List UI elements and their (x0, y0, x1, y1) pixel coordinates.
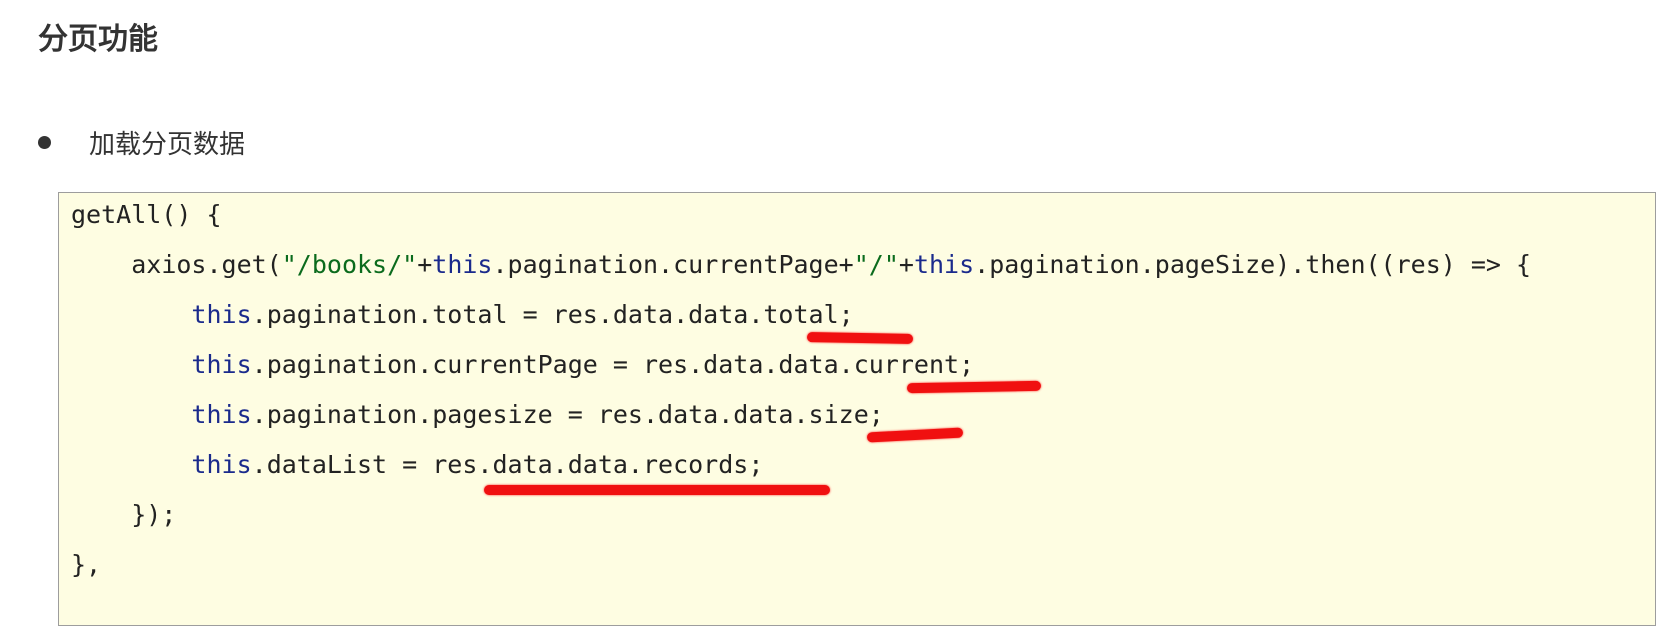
code-token: .pagination.currentPage = res.data.data.… (251, 350, 975, 379)
code-line-1: getAll() { (71, 200, 222, 229)
code-token: .dataList = res.data.data.records; (251, 450, 764, 479)
code-token: .pagination.currentPage+ (492, 250, 854, 279)
code-line-2: axios.get("/books/"+this.pagination.curr… (71, 245, 1531, 285)
code-keyword-token: this (191, 300, 252, 329)
code-keyword-token: this (913, 250, 975, 279)
code-string-token: "/" (853, 250, 899, 279)
code-token: + (898, 250, 914, 279)
bullet-list-item: 加载分页数据 (38, 118, 245, 166)
code-token: + (417, 250, 433, 279)
code-keyword-token: this (191, 400, 252, 429)
code-line-8: }, (71, 550, 102, 579)
section-heading: 分页功能 (38, 22, 158, 57)
highlight-underline-current (906, 380, 1042, 394)
code-line-5: this.pagination.pagesize = res.data.data… (71, 395, 884, 435)
code-token: .pagination.total = res.data.data.total; (251, 300, 854, 329)
code-keyword-token: this (191, 450, 252, 479)
bullet-dot-icon (38, 135, 51, 149)
code-token: .pagination.pageSize).then((res) => { (974, 250, 1532, 279)
code-token: .pagination.pagesize = res.data.data.siz… (251, 400, 884, 429)
code-block: getAll() { axios.get("/books/"+this.pagi… (58, 192, 1656, 626)
code-token: axios.get( (131, 250, 282, 279)
highlight-underline-records (484, 485, 830, 495)
highlight-underline-total (806, 332, 914, 344)
code-string-token: "/books/" (281, 250, 418, 279)
code-line-4: this.pagination.currentPage = res.data.d… (71, 345, 974, 385)
code-keyword-token: this (191, 350, 252, 379)
code-keyword-token: this (432, 250, 493, 279)
code-line-3: this.pagination.total = res.data.data.to… (71, 295, 854, 335)
code-line-7: }); (71, 500, 177, 529)
bullet-text: 加载分页数据 (89, 129, 246, 160)
code-line-6: this.dataList = res.data.data.records; (71, 445, 763, 485)
